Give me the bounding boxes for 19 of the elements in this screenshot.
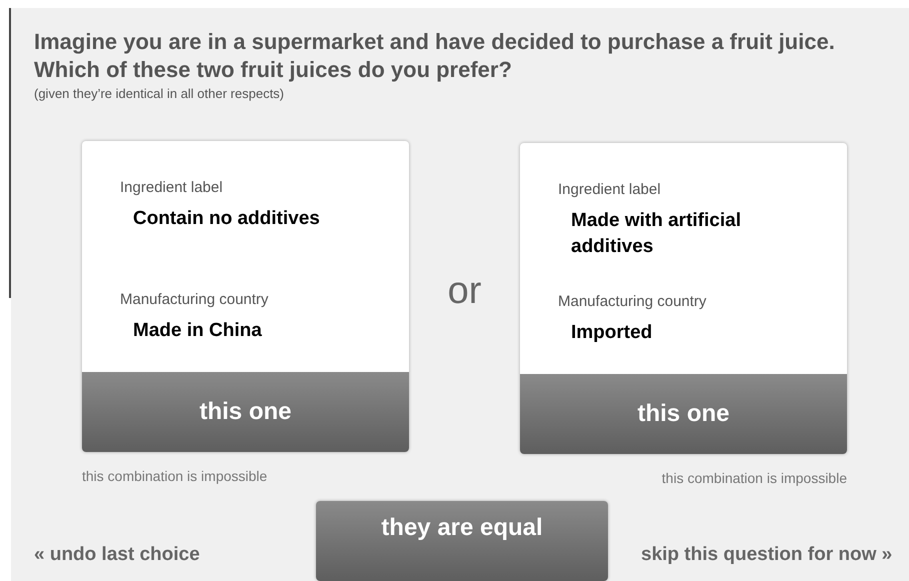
- skip-link[interactable]: skip this question for now »: [641, 541, 892, 570]
- impossible-link[interactable]: this combination is impossible: [82, 466, 268, 487]
- attribute-label: Ingredient label: [120, 178, 224, 198]
- attribute-value: Made in China: [132, 318, 263, 342]
- attribute-value: Made with artificial additives: [570, 208, 742, 258]
- attribute-value: Contain no additives: [132, 206, 321, 230]
- undo-link[interactable]: « undo last choice: [34, 541, 316, 570]
- choose-button[interactable]: this one: [82, 372, 409, 452]
- or-separator: or: [448, 268, 482, 314]
- choose-button[interactable]: this one: [520, 374, 847, 454]
- attribute-label: Ingredient label: [558, 180, 662, 200]
- question-subtitle: Which of these two fruit juices do you prefer?: [34, 56, 513, 84]
- attribute-value: Imported: [570, 320, 654, 344]
- question-title: Imagine you are in a supermarket and have decided to purchase a fruit juice.: [34, 28, 836, 56]
- impossible-link[interactable]: this combination is impossible: [662, 468, 847, 489]
- equal-button[interactable]: they are equal: [316, 501, 608, 581]
- attribute-label: Manufacturing country: [558, 292, 708, 312]
- attribute-label: Manufacturing country: [120, 290, 270, 310]
- question-note: (given they’re identical in all other respects): [34, 84, 286, 103]
